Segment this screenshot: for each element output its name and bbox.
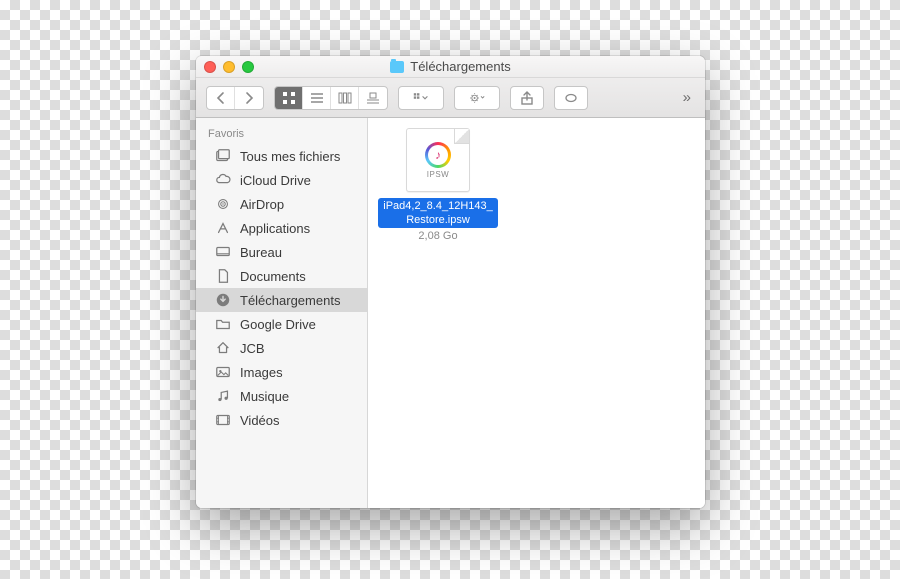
zoom-window-button[interactable] — [242, 61, 254, 73]
forward-button[interactable] — [235, 87, 263, 109]
icon-view-button[interactable] — [275, 87, 303, 109]
images-icon — [214, 363, 232, 381]
videos-icon — [214, 411, 232, 429]
sidebar-item-desktop[interactable]: Bureau — [196, 240, 367, 264]
sidebar-item-label: Tous mes fichiers — [240, 149, 340, 164]
columns-icon — [337, 90, 353, 106]
finder-window: Téléchargements — [196, 56, 705, 508]
sidebar-item-images[interactable]: Images — [196, 360, 367, 384]
sidebar-item-airdrop[interactable]: AirDrop — [196, 192, 367, 216]
airdrop-icon — [214, 195, 232, 213]
sidebar-item-label: Images — [240, 365, 283, 380]
file-name[interactable]: iPad4,2_8.4_12H143_Restore.ipsw — [378, 198, 498, 228]
sidebar-item-label: Vidéos — [240, 413, 280, 428]
sidebar: Favoris Tous mes fichiers iCloud Drive A… — [196, 118, 368, 508]
share-group — [510, 86, 544, 110]
sidebar-item-label: Téléchargements — [240, 293, 340, 308]
action-group — [454, 86, 500, 110]
traffic-lights — [204, 61, 254, 73]
sidebar-item-label: Bureau — [240, 245, 282, 260]
file-item[interactable]: ♪ IPSW iPad4,2_8.4_12H143_Restore.ipsw 2… — [378, 128, 498, 242]
titlebar[interactable]: Téléchargements — [196, 56, 705, 78]
sidebar-item-documents[interactable]: Documents — [196, 264, 367, 288]
sidebar-item-label: Musique — [240, 389, 289, 404]
music-icon — [214, 387, 232, 405]
cloud-icon — [214, 171, 232, 189]
sidebar-item-google-drive[interactable]: Google Drive — [196, 312, 367, 336]
sidebar-item-label: JCB — [240, 341, 265, 356]
share-button[interactable] — [511, 87, 543, 109]
sidebar-item-label: Google Drive — [240, 317, 316, 332]
arrange-icon — [413, 90, 429, 106]
documents-icon — [214, 267, 232, 285]
grid-icon — [281, 90, 297, 106]
sidebar-item-label: Applications — [240, 221, 310, 236]
applications-icon — [214, 219, 232, 237]
close-window-button[interactable] — [204, 61, 216, 73]
tags-button[interactable] — [555, 87, 587, 109]
sidebar-item-icloud[interactable]: iCloud Drive — [196, 168, 367, 192]
coverflow-view-button[interactable] — [359, 87, 387, 109]
window-body: Favoris Tous mes fichiers iCloud Drive A… — [196, 118, 705, 508]
sidebar-item-label: AirDrop — [240, 197, 284, 212]
sidebar-item-applications[interactable]: Applications — [196, 216, 367, 240]
toolbar: » — [196, 78, 705, 118]
downloads-icon — [214, 291, 232, 309]
action-button[interactable] — [455, 87, 499, 109]
sidebar-item-downloads[interactable]: Téléchargements — [196, 288, 367, 312]
share-icon — [519, 90, 535, 106]
view-mode-buttons — [274, 86, 388, 110]
desktop-icon — [214, 243, 232, 261]
sidebar-item-home[interactable]: JCB — [196, 336, 367, 360]
tags-group — [554, 86, 588, 110]
list-icon — [309, 90, 325, 106]
column-view-button[interactable] — [331, 87, 359, 109]
arrange-button[interactable] — [399, 87, 443, 109]
gear-icon — [469, 90, 485, 106]
folder-icon — [214, 315, 232, 333]
arrange-group — [398, 86, 444, 110]
file-size: 2,08 Go — [418, 230, 457, 242]
all-files-icon — [214, 147, 232, 165]
sidebar-item-label: Documents — [240, 269, 306, 284]
ipsw-file-icon: ♪ IPSW — [406, 128, 470, 192]
sidebar-item-videos[interactable]: Vidéos — [196, 408, 367, 432]
window-title: Téléchargements — [196, 59, 705, 74]
chevron-right-icon — [241, 90, 257, 106]
list-view-button[interactable] — [303, 87, 331, 109]
coverflow-icon — [365, 90, 381, 106]
home-icon — [214, 339, 232, 357]
file-ext-badge: IPSW — [427, 170, 449, 179]
sidebar-item-all-files[interactable]: Tous mes fichiers — [196, 144, 367, 168]
chevron-left-icon — [213, 90, 229, 106]
minimize-window-button[interactable] — [223, 61, 235, 73]
sidebar-section-header: Favoris — [196, 124, 367, 144]
nav-buttons — [206, 86, 264, 110]
toolbar-overflow-button[interactable]: » — [679, 89, 695, 106]
sidebar-item-label: iCloud Drive — [240, 173, 311, 188]
content-pane[interactable]: ♪ IPSW iPad4,2_8.4_12H143_Restore.ipsw 2… — [368, 118, 705, 508]
window-title-text: Téléchargements — [410, 59, 510, 74]
downloads-folder-icon — [390, 61, 404, 73]
sidebar-item-music[interactable]: Musique — [196, 384, 367, 408]
back-button[interactable] — [207, 87, 235, 109]
tag-icon — [563, 90, 579, 106]
